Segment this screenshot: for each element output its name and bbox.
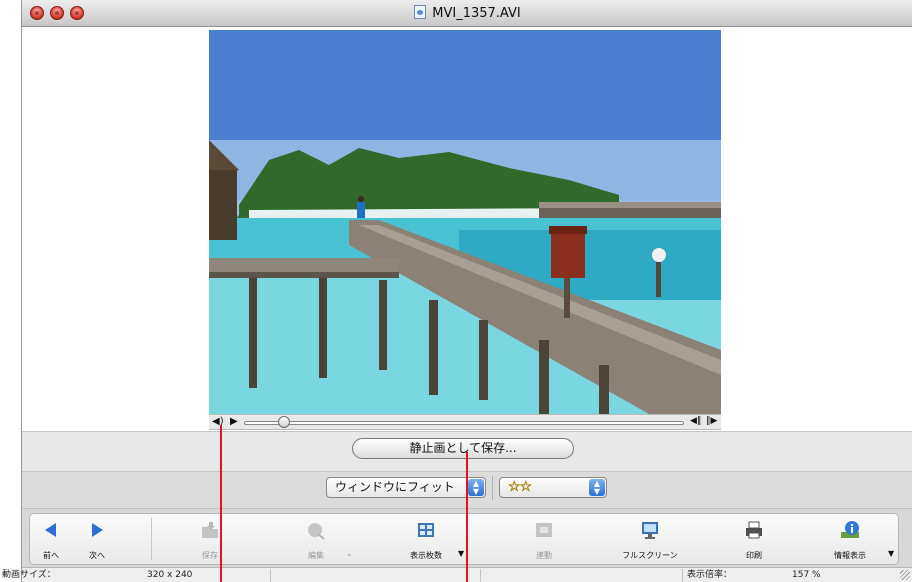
divider: [492, 476, 493, 500]
prev-label: 前へ: [43, 551, 59, 560]
view-count-label: 表示枚数: [410, 551, 442, 560]
save-label: 保存: [202, 551, 218, 560]
movie-size-value: 320 x 240: [147, 570, 193, 580]
printer-icon: [746, 521, 762, 539]
print-button[interactable]: 印刷: [714, 514, 794, 564]
info-label: 情報表示: [834, 551, 866, 560]
toolbar-separator: [151, 518, 152, 560]
video-picture: [209, 30, 721, 414]
fullscreen-label: フルスクリーン: [622, 551, 678, 560]
view-count-button[interactable]: 表示枚数: [386, 514, 466, 564]
window-title-area: MVI_1357.AVI: [22, 5, 912, 21]
info-icon: [841, 521, 859, 538]
status-divider: [682, 569, 683, 582]
rating-stars: ☆☆: [508, 479, 533, 496]
grid-view-icon: [418, 523, 434, 537]
fit-popup-value: ウィンドウにフィット: [335, 480, 455, 494]
toolbar-strip: 前へ 次へ 保存 編集 ⌄ 表示枚数 ▼ 連動 フルスクリーン 印刷 情報表示 …: [29, 513, 899, 565]
status-divider: [480, 569, 481, 582]
rating-popup[interactable]: ☆☆ ▲ ▼: [499, 477, 607, 498]
next-label: 次へ: [89, 551, 105, 560]
movie-size-label: 動画サイズ：: [2, 570, 56, 580]
save-folder-icon: [202, 522, 218, 538]
prev-button[interactable]: 前へ: [30, 514, 72, 564]
edit-dropdown-chevron-icon[interactable]: ⌄: [346, 549, 353, 558]
print-label: 印刷: [746, 551, 762, 560]
zoom-value: 157 %: [792, 570, 821, 580]
seek-track[interactable]: [244, 421, 684, 425]
annotation-line-left: [220, 425, 222, 582]
title-bar[interactable]: MVI_1357.AVI: [22, 0, 912, 27]
seek-slider-thumb[interactable]: [277, 416, 290, 428]
edit-brush-icon: [308, 523, 325, 540]
info-button[interactable]: 情報表示: [810, 514, 890, 564]
fit-popup[interactable]: ウィンドウにフィット ▲ ▼: [326, 477, 486, 498]
save-still-button[interactable]: 静止画として保存...: [352, 438, 574, 459]
link-button[interactable]: 連動: [504, 514, 584, 564]
view-count-dropdown-icon[interactable]: ▼: [458, 549, 464, 558]
window-title: MVI_1357.AVI: [432, 6, 521, 21]
viewer-window: MVI_1357.AVI ◀) ▶ ◀‖ ‖▶ 静止画として保存... ウィンド…: [2, 0, 912, 582]
link-label: 連動: [536, 551, 552, 560]
edit-button[interactable]: 編集: [276, 514, 356, 564]
right-arrow-icon: [92, 523, 103, 537]
fullscreen-button[interactable]: フルスクリーン: [610, 514, 690, 564]
video-frame: [209, 30, 721, 414]
annotation-line-right: [466, 452, 468, 582]
zoom-label: 表示倍率：: [687, 570, 733, 580]
save-button[interactable]: 保存: [170, 514, 250, 564]
step-back-icon[interactable]: ◀‖: [690, 416, 701, 426]
left-arrow-icon: [45, 523, 56, 537]
play-icon[interactable]: ▶: [230, 416, 238, 427]
step-forward-icon[interactable]: ‖▶: [706, 416, 717, 426]
monitor-icon: [642, 522, 658, 539]
next-button[interactable]: 次へ: [76, 514, 118, 564]
link-view-icon: [536, 523, 552, 537]
movie-file-icon: [414, 5, 427, 19]
popup-arrows-icon: ▲ ▼: [589, 479, 605, 496]
resize-grip[interactable]: [900, 570, 910, 580]
popup-arrows-icon: ▲ ▼: [468, 479, 484, 496]
status-divider: [270, 569, 271, 582]
edit-label: 編集: [308, 551, 324, 560]
playback-bar: ◀) ▶ ◀‖ ‖▶: [209, 414, 721, 430]
toolbar-overflow-icon[interactable]: ▼: [888, 549, 894, 558]
